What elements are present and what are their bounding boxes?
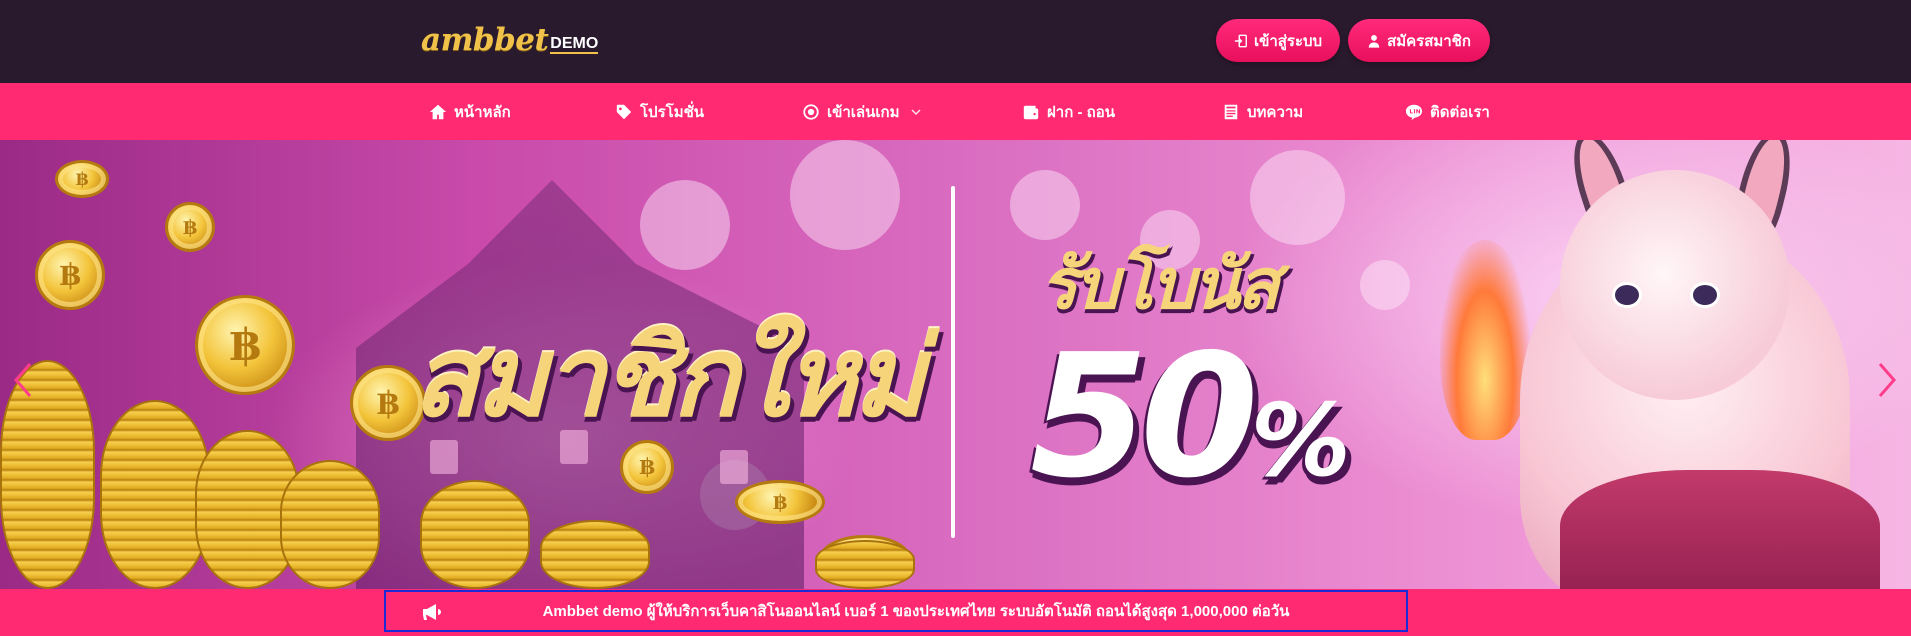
announcement-text: Ambbet demo ผู้ให้บริการเว็บคาสิโนออนไลน… xyxy=(542,603,1290,620)
logo-text: ambbet xyxy=(421,22,549,58)
login-icon xyxy=(1234,34,1247,47)
banner-divider xyxy=(951,186,955,538)
llama-eye xyxy=(1612,282,1642,308)
llama-head xyxy=(1560,170,1790,400)
nav-item-home[interactable]: หน้าหลัก xyxy=(429,83,511,140)
login-button[interactable]: เข้าสู่ระบบ xyxy=(1216,19,1340,62)
flame-image xyxy=(1440,240,1530,440)
nav-item-label: โปรโมชั่น xyxy=(640,103,705,121)
slider-next-button[interactable] xyxy=(1874,360,1900,400)
line-icon xyxy=(1405,104,1423,120)
banner-bonus-value: 50% xyxy=(1030,318,1351,516)
nav-item-label: ติดต่อเรา xyxy=(1430,103,1490,121)
nav-item-games[interactable]: เข้าเล่นเกม xyxy=(802,83,922,140)
announcement-bar: Ambbet demo ผู้ให้บริการเว็บคาสิโนออนไลน… xyxy=(0,589,1911,636)
llama-robe xyxy=(1560,470,1880,589)
nav-item-label: หน้าหลัก xyxy=(454,103,511,121)
chevron-right-icon xyxy=(1878,363,1896,397)
slider-prev-button[interactable] xyxy=(10,360,36,400)
promo-banner-slider[interactable]: ฿ ฿ ฿ ฿ ฿ ฿ ฿ ฿ สมาชิกใหม่ รับโบนัส 50% xyxy=(0,140,1911,589)
register-label: สมัครสมาชิก xyxy=(1387,32,1471,50)
coin-stack-image xyxy=(815,540,915,589)
coin-stack-image xyxy=(540,520,650,589)
banner-headline: สมาชิกใหม่ xyxy=(412,313,925,441)
nav-item-label: ฝาก - ถอน xyxy=(1047,103,1115,121)
coin-stack-image xyxy=(100,400,210,589)
login-label: เข้าสู่ระบบ xyxy=(1253,32,1323,50)
announcement-marquee: Ambbet demo ผู้ให้บริการเว็บคาสิโนออนไลน… xyxy=(384,590,1408,632)
megaphone-icon xyxy=(423,604,441,620)
coin-image: ฿ xyxy=(165,202,215,252)
user-icon xyxy=(1368,34,1380,48)
article-icon xyxy=(1224,104,1238,119)
nav-item-contact[interactable]: ติดต่อเรา xyxy=(1405,83,1490,140)
register-button[interactable]: สมัครสมาชิก xyxy=(1348,19,1490,62)
coin-image: ฿ xyxy=(195,295,295,395)
nav-item-deposit-withdraw[interactable]: ฝาก - ถอน xyxy=(1022,83,1115,140)
site-header: ambbet DEMO เข้าสู่ระบบ สมัครสมาชิก xyxy=(0,0,1911,83)
main-nav: หน้าหลัก โปรโมชั่น เข้าเล่นเกม ฝาก - ถอน… xyxy=(0,83,1911,140)
wallet-icon xyxy=(1023,105,1039,119)
bokeh-light xyxy=(640,180,730,270)
coin-stack-image xyxy=(420,480,530,589)
coin-image: ฿ xyxy=(735,480,825,524)
nav-item-promotion[interactable]: โปรโมชั่น xyxy=(615,83,704,140)
logo-subtext: DEMO xyxy=(550,35,599,54)
coin-stack-image xyxy=(280,460,380,589)
nav-item-articles[interactable]: บทความ xyxy=(1222,83,1303,140)
bonus-unit: % xyxy=(1250,382,1351,499)
bonus-number: 50 xyxy=(1030,318,1259,516)
nav-item-label: เข้าเล่นเกม xyxy=(827,103,900,121)
bokeh-light xyxy=(790,140,900,250)
tag-icon xyxy=(616,104,632,119)
coin-image: ฿ xyxy=(55,160,109,198)
llama-eye xyxy=(1690,282,1720,308)
site-logo[interactable]: ambbet DEMO xyxy=(421,22,599,58)
bokeh-light xyxy=(1360,260,1410,310)
nav-item-label: บทความ xyxy=(1247,103,1304,121)
home-icon xyxy=(429,104,447,119)
chevron-down-icon xyxy=(911,108,922,115)
coin-image: ฿ xyxy=(35,240,105,310)
chevron-left-icon xyxy=(14,363,32,397)
gear-icon xyxy=(803,103,819,120)
